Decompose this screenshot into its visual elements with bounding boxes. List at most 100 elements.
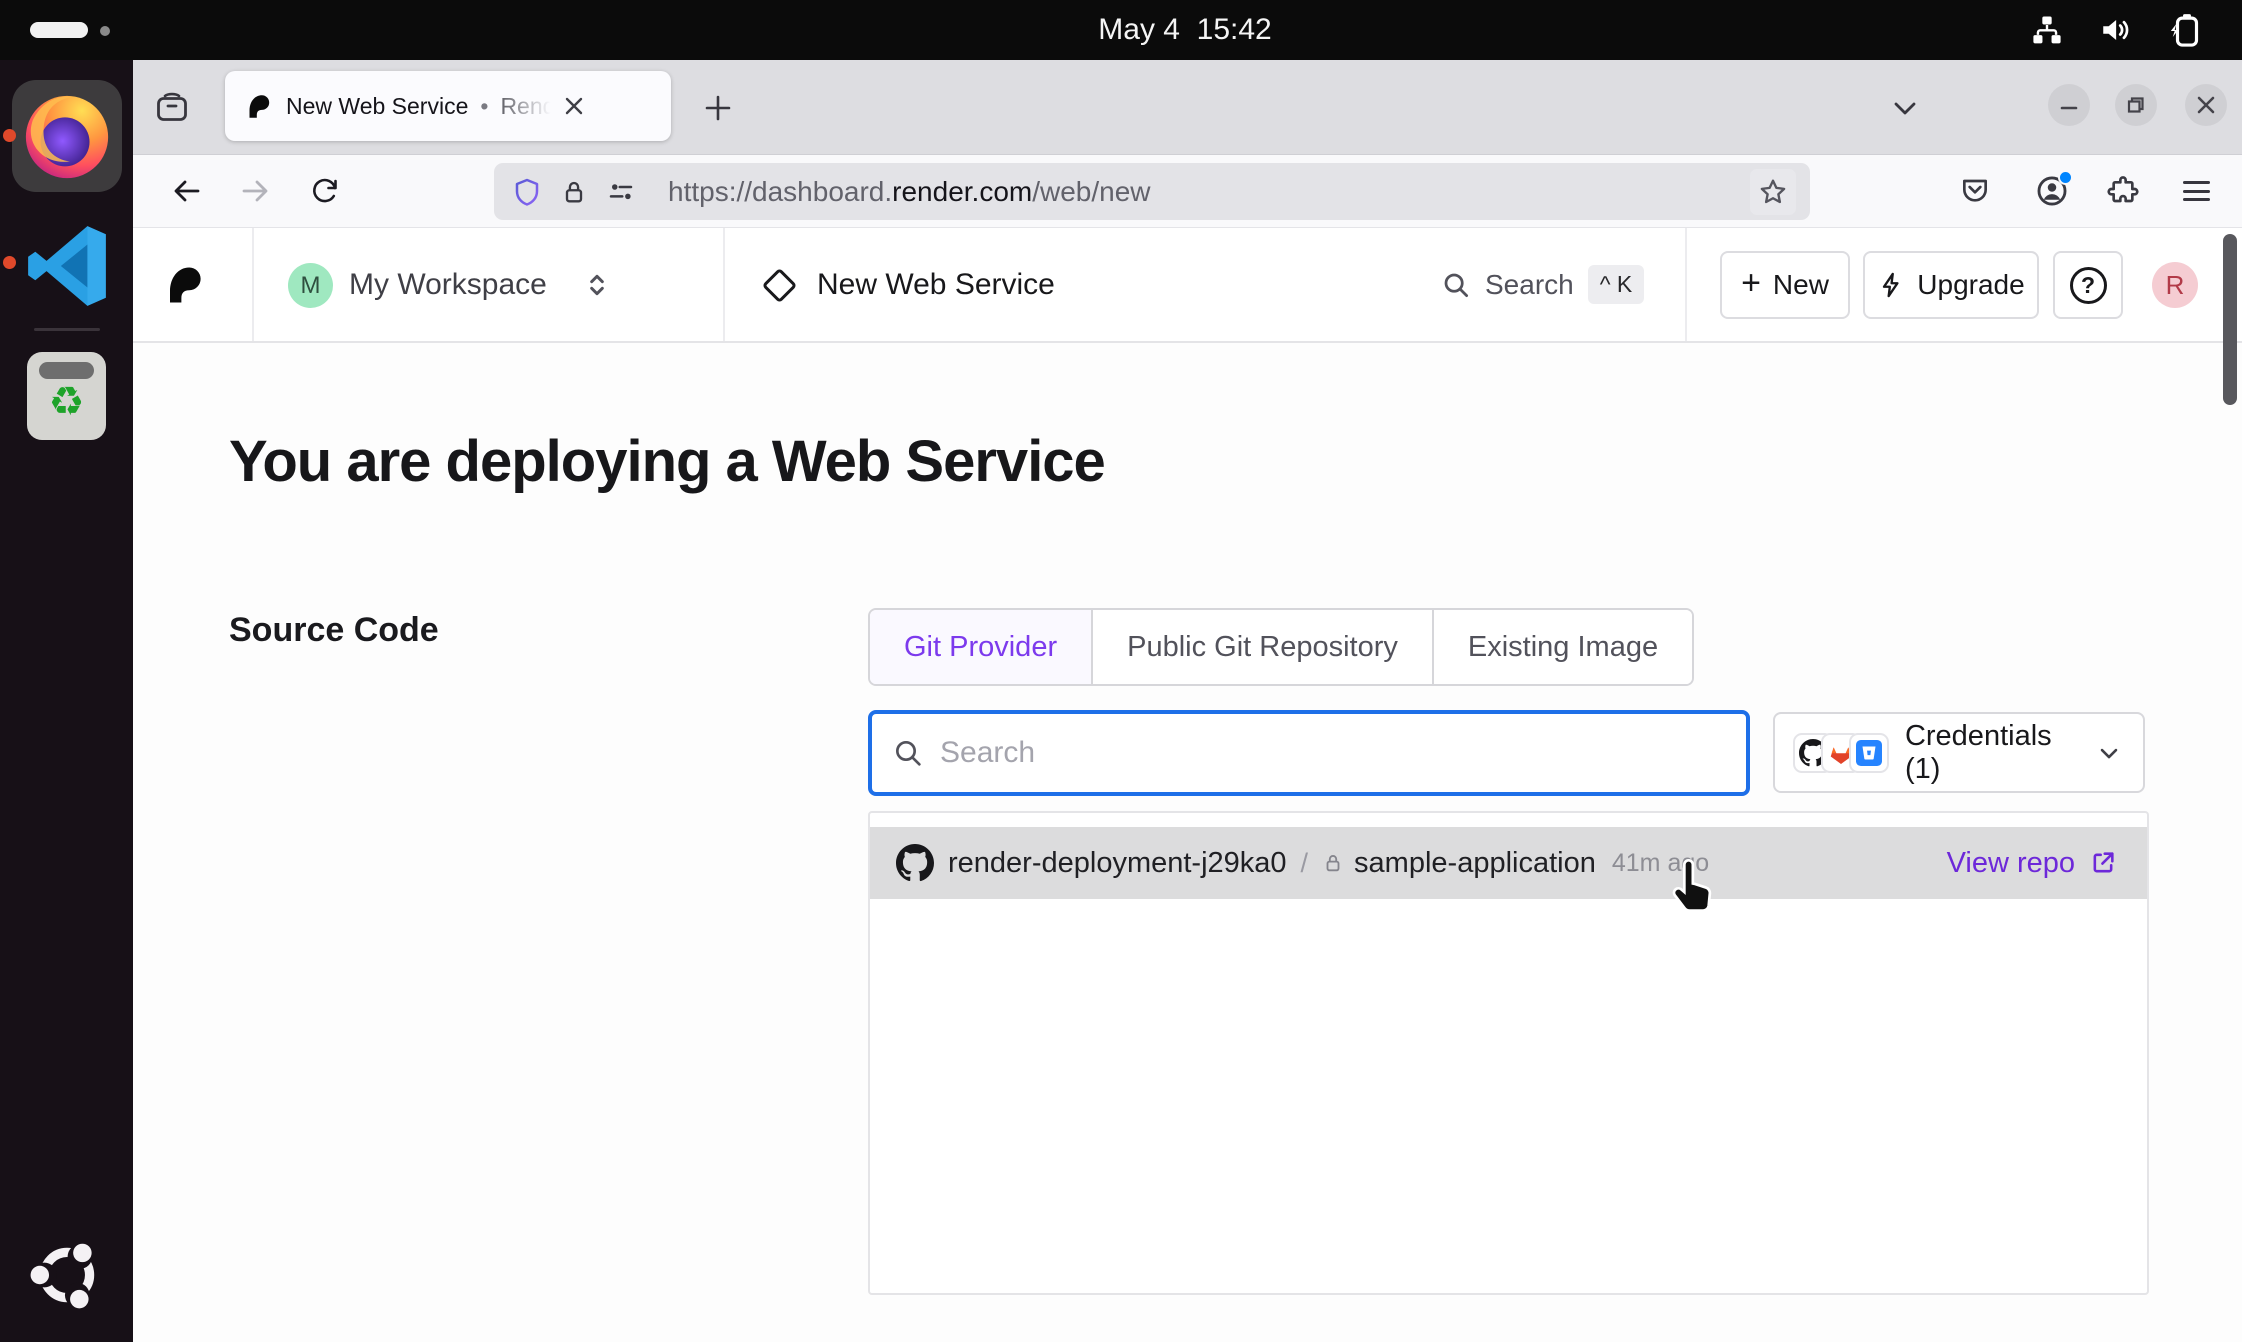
repo-list-panel: render-deployment-j29ka0 / sample-applic… — [868, 811, 2149, 1295]
hamburger-menu-icon[interactable] — [2171, 166, 2221, 216]
system-clock[interactable]: May 4 15:42 — [1098, 0, 1271, 60]
search-icon — [1441, 270, 1471, 300]
browser-tab[interactable]: New Web Service • Rend — [225, 71, 671, 141]
lock-icon[interactable] — [560, 178, 588, 206]
page-scrollbar-thumb[interactable] — [2223, 234, 2237, 405]
render-logo[interactable] — [163, 264, 205, 306]
window-restore-button[interactable] — [2115, 84, 2157, 126]
mouse-cursor — [1668, 858, 1720, 916]
trash-lid — [39, 362, 94, 379]
vscode-running-dot — [3, 256, 16, 269]
pocket-icon[interactable] — [1950, 166, 2000, 216]
tab-title: New Web Service — [286, 93, 468, 120]
list-all-tabs-button[interactable] — [1881, 86, 1929, 130]
tab-git-provider[interactable]: Git Provider — [870, 610, 1093, 684]
deploy-heading: You are deploying a Web Service — [229, 428, 1105, 495]
account-notification-dot — [2058, 170, 2073, 185]
new-tab-button[interactable] — [695, 86, 741, 130]
url-path: /web/new — [1032, 176, 1150, 207]
github-icon — [896, 844, 934, 882]
repo-search-input[interactable] — [940, 736, 1726, 770]
help-button[interactable]: ? — [2053, 251, 2123, 319]
workspace-indicator-active — [30, 22, 88, 38]
user-avatar[interactable]: R — [2152, 262, 2198, 308]
url-bar[interactable]: https://dashboard.render.com/web/new — [494, 163, 1810, 220]
private-repo-lock-icon — [1322, 852, 1344, 874]
url-prefix: https://dashboard. — [668, 176, 892, 207]
tab-close-icon[interactable] — [557, 89, 591, 123]
firefox-icon — [20, 89, 114, 183]
new-button-label: New — [1773, 269, 1829, 301]
page-title: New Web Service — [817, 268, 1055, 302]
dock-trash-button[interactable]: ♻ — [27, 352, 106, 440]
dock-vscode-button[interactable] — [20, 218, 116, 314]
lightning-icon — [1877, 271, 1905, 299]
firefox-running-dot — [3, 129, 16, 142]
firefox-view-button[interactable] — [149, 86, 195, 130]
header-divider-1 — [252, 228, 254, 341]
tab-title-suffix: Rend — [500, 93, 555, 120]
vscode-icon — [22, 220, 114, 312]
permissions-icon[interactable] — [606, 177, 636, 207]
chevron-down-icon — [2095, 739, 2123, 767]
recycle-icon: ♻ — [27, 382, 106, 422]
dock-firefox-button[interactable] — [12, 80, 122, 192]
search-shortcut-badge: ^ K — [1588, 265, 1645, 304]
tab-title-separator: • — [480, 93, 488, 120]
dock: ♻ — [0, 60, 133, 1342]
volume-icon — [2098, 12, 2134, 48]
account-icon[interactable] — [2027, 166, 2077, 216]
tab-public-git-repository[interactable]: Public Git Repository — [1093, 610, 1434, 684]
upgrade-button-label: Upgrade — [1917, 269, 2024, 301]
extensions-icon[interactable] — [2098, 166, 2148, 216]
source-type-tabs: Git Provider Public Git Repository Exist… — [868, 608, 1694, 686]
screen: May 4 15:42 — [0, 0, 2242, 1342]
show-apps-ubuntu-button[interactable] — [28, 1236, 106, 1314]
workspace-selector-icon[interactable] — [581, 269, 613, 301]
workspace-indicator-dot — [100, 26, 110, 36]
new-button[interactable]: + New — [1720, 251, 1850, 319]
external-link-icon — [2089, 849, 2117, 877]
forward-button[interactable] — [229, 165, 281, 217]
plus-icon: + — [1741, 264, 1761, 303]
repo-row[interactable]: render-deployment-j29ka0 / sample-applic… — [870, 827, 2147, 899]
page-content: You are deploying a Web Service Source C… — [133, 343, 2242, 1342]
header-divider-2 — [723, 228, 725, 341]
tracking-protection-shield-icon[interactable] — [512, 177, 542, 207]
workspace-name[interactable]: My Workspace — [349, 268, 547, 302]
system-top-bar: May 4 15:42 — [0, 0, 2242, 60]
global-search-button[interactable]: Search ^ K — [1441, 228, 1644, 341]
back-button[interactable] — [161, 165, 213, 217]
window-minimize-button[interactable] — [2048, 84, 2090, 126]
credentials-dropdown[interactable]: Credentials (1) — [1773, 712, 2145, 793]
battery-charging-icon — [2168, 11, 2206, 49]
tab-existing-image[interactable]: Existing Image — [1434, 610, 1692, 684]
service-diamond-icon — [762, 268, 797, 303]
question-icon: ? — [2070, 267, 2107, 304]
browser-toolbar: https://dashboard.render.com/web/new — [133, 155, 2242, 228]
repo-name: sample-application — [1354, 847, 1596, 880]
window-close-button[interactable] — [2185, 84, 2227, 126]
search-icon — [892, 737, 924, 769]
repo-search-box[interactable] — [868, 710, 1750, 796]
url-text: https://dashboard.render.com/web/new — [668, 176, 1151, 208]
ubuntu-logo-icon — [28, 1236, 106, 1314]
url-domain: render.com — [892, 176, 1032, 207]
network-icon — [2030, 13, 2064, 47]
tab-bar: New Web Service • Rend — [133, 60, 2242, 155]
hamburger-lines — [2183, 181, 2210, 201]
render-favicon — [245, 93, 272, 120]
credentials-label: Credentials (1) — [1905, 720, 2095, 786]
workspace-avatar[interactable]: M — [288, 263, 333, 308]
bitbucket-credential-icon — [1849, 733, 1889, 773]
source-code-label: Source Code — [229, 611, 439, 650]
header-divider-3 — [1685, 228, 1687, 341]
browser-window: New Web Service • Rend — [133, 60, 2242, 1342]
bookmark-star-icon[interactable] — [1750, 169, 1796, 215]
repo-owner: render-deployment-j29ka0 — [948, 847, 1287, 880]
reload-button[interactable] — [299, 165, 351, 217]
upgrade-button[interactable]: Upgrade — [1863, 251, 2039, 319]
view-repo-label: View repo — [1947, 847, 2075, 880]
view-repo-link[interactable]: View repo — [1947, 847, 2117, 880]
system-tray[interactable] — [2030, 0, 2206, 60]
